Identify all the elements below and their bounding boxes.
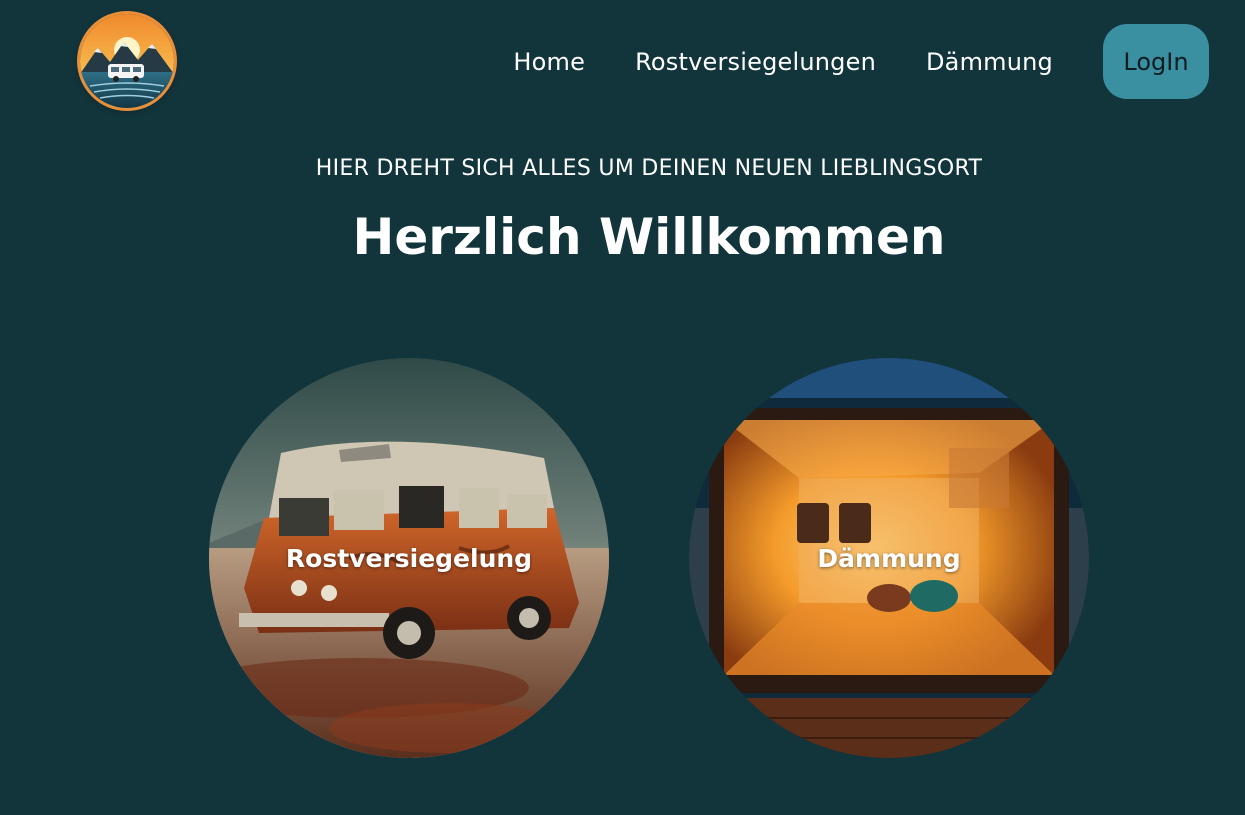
card-label: Dämmung bbox=[817, 543, 961, 573]
card-daemmung[interactable]: Dämmung bbox=[689, 358, 1089, 758]
site-header: Home Rostversiegelungen Dämmung LogIn bbox=[0, 0, 1245, 120]
page-title: Herzlich Willkommen bbox=[352, 208, 946, 266]
nav-daemmung[interactable]: Dämmung bbox=[926, 48, 1053, 76]
hero-tagline: HIER DREHT SICH ALLES UM DEINEN NEUEN LI… bbox=[315, 156, 983, 181]
main-nav: Home Rostversiegelungen Dämmung LogIn bbox=[513, 24, 1209, 99]
card-label: Rostversiegelung bbox=[285, 543, 533, 573]
nav-rostversiegelungen[interactable]: Rostversiegelungen bbox=[635, 48, 876, 76]
card-rostversiegelung[interactable]: Rostversiegelung bbox=[209, 358, 609, 758]
nav-home[interactable]: Home bbox=[513, 48, 585, 76]
logo-icon[interactable] bbox=[80, 14, 174, 108]
login-button[interactable]: LogIn bbox=[1103, 24, 1209, 99]
